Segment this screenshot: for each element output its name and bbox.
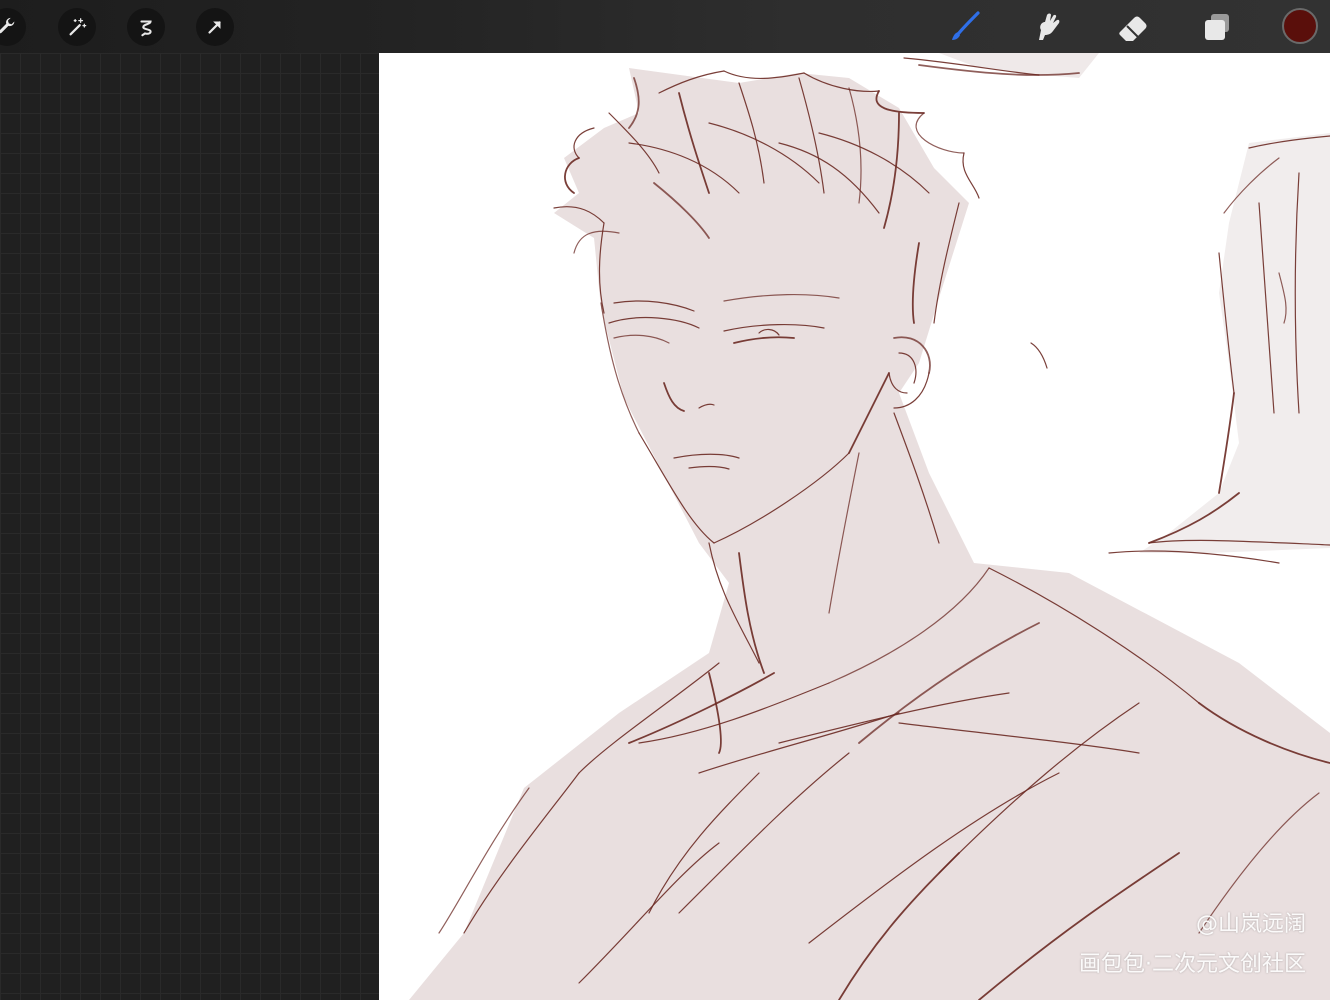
selection-icon	[140, 20, 152, 37]
workspace-grid	[0, 53, 379, 1000]
eraser-icon	[1119, 16, 1147, 41]
transform-button[interactable]	[196, 8, 234, 46]
color-picker-swatch[interactable]	[1282, 8, 1318, 44]
layers-icon	[1205, 14, 1229, 40]
transform-arrow-icon	[208, 21, 221, 34]
selection-button[interactable]	[127, 8, 165, 46]
adjustments-button[interactable]	[58, 8, 96, 46]
wrench-icon	[0, 17, 15, 34]
brush-tool-button[interactable]	[944, 6, 986, 48]
actions-button[interactable]	[0, 8, 26, 46]
sketch-drawing	[409, 53, 1330, 1000]
magic-wand-icon	[69, 18, 87, 36]
watermark-user: @山岚远阔	[1195, 912, 1306, 937]
sketch-fills	[409, 53, 1330, 1000]
eraser-tool-button[interactable]	[1112, 6, 1154, 48]
drawing-canvas[interactable]: @山岚远阔 画包包·二次元文创社区	[379, 53, 1330, 1000]
layers-button[interactable]	[1196, 6, 1238, 48]
top-toolbar	[0, 0, 1330, 53]
smudge-icon	[1039, 13, 1060, 40]
brush-icon	[952, 11, 980, 40]
smudge-tool-button[interactable]	[1027, 6, 1069, 48]
watermark-site: 画包包·二次元文创社区	[1079, 952, 1306, 977]
